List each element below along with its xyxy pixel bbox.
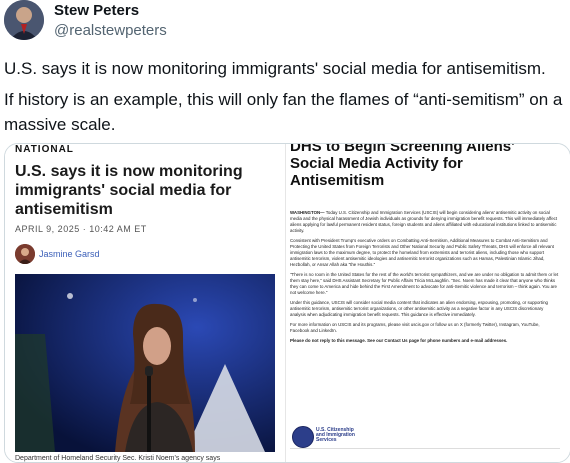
section-label: NATIONAL — [15, 144, 74, 155]
press-release-paragraph: WASHINGTON— Today U.S. Citizenship and I… — [290, 210, 560, 234]
author-avatar — [15, 244, 35, 264]
press-release-paragraph: "There is no room in the United States f… — [290, 272, 559, 295]
press-release-paragraph: Consistent with President Trump's execut… — [290, 238, 554, 267]
photo-caption: Department of Homeland Security Sec. Kri… — [15, 455, 221, 462]
uscis-seal-icon — [292, 426, 314, 448]
tweet-media[interactable]: NATIONAL U.S. says it is now monitoring … — [4, 143, 570, 463]
tweet-text-line-1: U.S. says it is now monitoring immigrant… — [4, 59, 546, 78]
tweet-text-line-2: If history is an example, this will only… — [4, 90, 563, 134]
article-title: U.S. says it is now monitoring immigrant… — [15, 163, 243, 218]
divider — [290, 448, 560, 449]
news-article-screenshot[interactable]: NATIONAL U.S. says it is now monitoring … — [5, 144, 283, 462]
tweet-text: U.S. says it is now monitoring immigrant… — [4, 56, 564, 143]
dateline: WASHINGTON— — [290, 210, 325, 215]
paragraph-text: Today U.S. Citizenship and Immigration S… — [290, 210, 558, 233]
dhs-press-release-screenshot[interactable]: DHS to Begin Screening Aliens' Social Me… — [285, 144, 570, 462]
user-handle[interactable]: @realstewpeters — [54, 22, 167, 39]
press-release-paragraph: Please do not reply to this message. See… — [290, 338, 508, 343]
uscis-label: U.S. Citizenship and Immigration Service… — [316, 427, 355, 443]
display-name[interactable]: Stew Peters — [54, 2, 139, 19]
article-date: APRIL 9, 2025 · 10:42 AM ET — [15, 224, 147, 234]
press-release-body: WASHINGTON— Today U.S. Citizenship and I… — [290, 210, 560, 348]
article-photo — [15, 274, 275, 452]
tweet-header: Stew Peters @realstewpeters — [4, 0, 564, 42]
avatar[interactable] — [4, 0, 44, 40]
press-release-title: DHS to Begin Screening Aliens' Social Me… — [290, 143, 515, 189]
author-name: Jasmine Garsd — [39, 249, 100, 259]
press-release-paragraph: Under this guidance, USCIS will consider… — [290, 300, 548, 317]
press-release-paragraph: For more information on USCIS and its pr… — [290, 322, 540, 333]
